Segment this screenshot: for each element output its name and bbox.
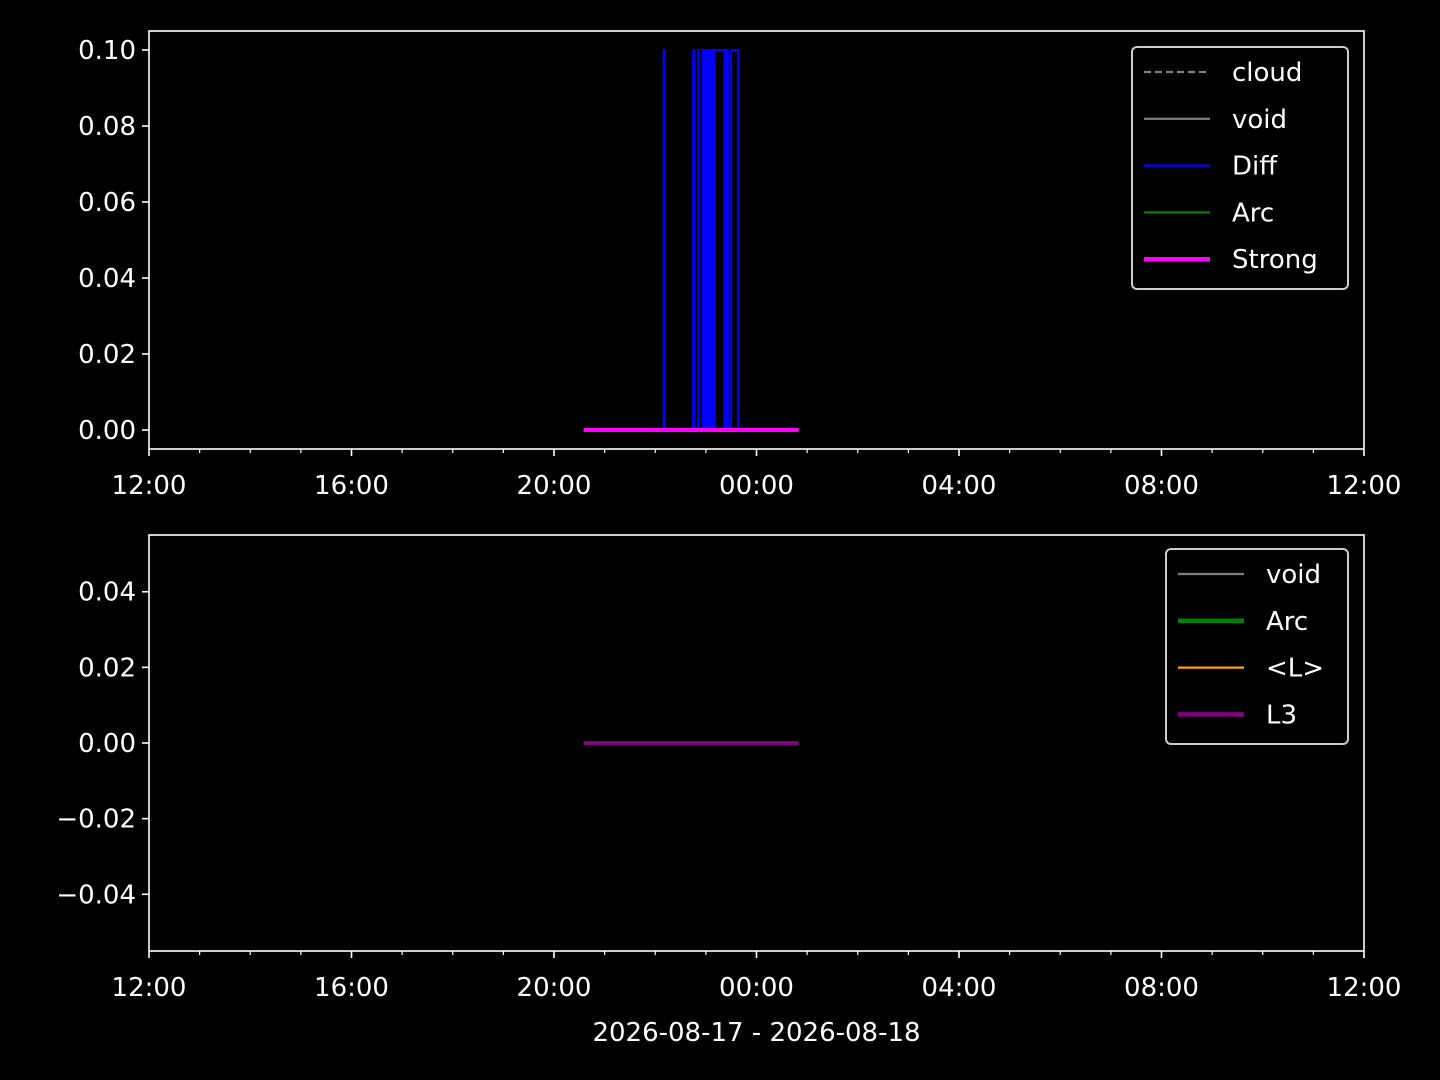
x-tick-label: 00:00	[719, 973, 794, 1003]
x-tick-label: 12:00	[112, 471, 187, 501]
y-tick-label: −0.02	[56, 805, 136, 835]
y-tick-label: 0.04	[78, 578, 136, 608]
legend-label: Arc	[1266, 607, 1308, 637]
legend-label: cloud	[1232, 58, 1302, 88]
x-tick-label: 20:00	[517, 471, 592, 501]
legend-label: <L>	[1266, 654, 1324, 684]
x-tick-label: 00:00	[719, 471, 794, 501]
x-tick-label: 12:00	[112, 973, 187, 1003]
y-tick-label: 0.02	[78, 653, 136, 683]
y-tick-label: 0.00	[78, 729, 136, 759]
y-tick-label: 0.00	[78, 416, 136, 446]
x-tick-label: 12:00	[1327, 471, 1402, 501]
x-tick-label: 16:00	[314, 973, 389, 1003]
legend: cloud void Diff Arc Strong	[1131, 46, 1349, 290]
x-tick-label: 04:00	[922, 471, 997, 501]
y-tick-label: 0.04	[78, 264, 136, 294]
x-tick-label: 08:00	[1124, 471, 1199, 501]
x-tick-label: 04:00	[922, 973, 997, 1003]
x-axis-label: 2026-08-17 - 2026-08-18	[592, 1018, 920, 1048]
y-tick-label: −0.04	[56, 880, 136, 910]
legend-label: Diff	[1232, 152, 1278, 182]
legend: void Arc <L> L3	[1165, 548, 1349, 745]
legend-label: Strong	[1232, 245, 1318, 275]
y-tick-label: 0.08	[78, 112, 136, 142]
legend-label: L3	[1266, 700, 1297, 730]
y-tick-label: 0.06	[78, 188, 136, 218]
y-tick-label: 0.10	[78, 36, 136, 66]
y-tick-label: 0.02	[78, 340, 136, 370]
x-tick-label: 08:00	[1124, 973, 1199, 1003]
figure: 0.00 0.02 0.04 0.06 0.08 0.10 12:00 16:00 20:00 0…	[0, 0, 1440, 1080]
legend-label: void	[1266, 560, 1321, 590]
x-tick-label: 16:00	[314, 471, 389, 501]
legend-label: Arc	[1232, 198, 1274, 228]
legend-label: void	[1232, 105, 1287, 135]
x-tick-label: 20:00	[517, 973, 592, 1003]
x-tick-label: 12:00	[1327, 973, 1402, 1003]
